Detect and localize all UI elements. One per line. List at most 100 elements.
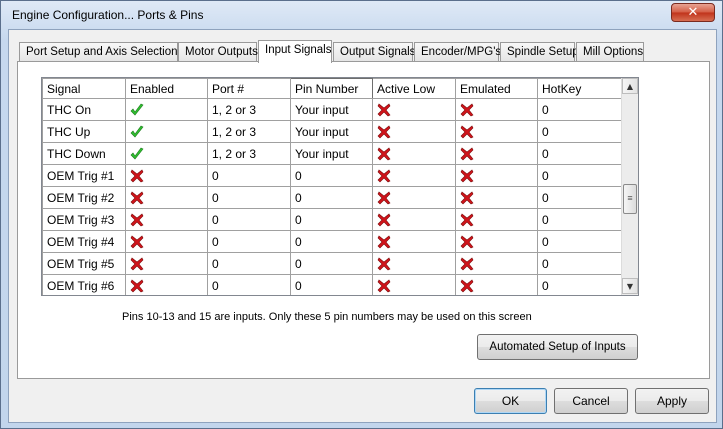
cell-enabled[interactable] xyxy=(125,186,208,209)
cell-port[interactable]: 0 xyxy=(207,186,291,209)
cell-port[interactable]: 0 xyxy=(207,230,291,253)
cell-port[interactable]: 0 xyxy=(207,274,291,295)
cell-pin-number[interactable]: 0 xyxy=(290,230,373,253)
cell-pin-number[interactable]: 0 xyxy=(290,164,373,187)
ok-button[interactable]: OK xyxy=(474,388,547,414)
cell-port[interactable]: 0 xyxy=(207,208,291,231)
cell-port[interactable]: 1, 2 or 3 xyxy=(207,98,291,121)
cell-hotkey[interactable]: 0 xyxy=(537,164,622,187)
cell-enabled[interactable] xyxy=(125,142,208,165)
column-header-enabled[interactable]: Enabled xyxy=(125,78,208,99)
apply-button[interactable]: Apply xyxy=(635,388,709,414)
cell-enabled[interactable] xyxy=(125,98,208,121)
green-check-icon xyxy=(130,125,144,138)
cell-hotkey[interactable]: 0 xyxy=(537,142,622,165)
cell-active-low[interactable] xyxy=(372,274,456,295)
table-row[interactable]: OEM Trig #3 0 0 0 xyxy=(42,208,622,231)
cell-emulated[interactable] xyxy=(455,186,538,209)
scroll-up-arrow-icon[interactable]: ▲ xyxy=(622,78,638,94)
cell-signal[interactable]: OEM Trig #3 xyxy=(42,208,126,231)
cell-signal[interactable]: THC On xyxy=(42,98,126,121)
cell-emulated[interactable] xyxy=(455,164,538,187)
cell-hotkey[interactable]: 0 xyxy=(537,208,622,231)
cell-hotkey[interactable]: 0 xyxy=(537,230,622,253)
table-row[interactable]: THC Up 1, 2 or 3 Your input 0 xyxy=(42,120,622,143)
table-row[interactable]: THC On 1, 2 or 3 Your input 0 xyxy=(42,98,622,121)
cell-port[interactable]: 0 xyxy=(207,164,291,187)
cell-active-low[interactable] xyxy=(372,164,456,187)
cell-emulated[interactable] xyxy=(455,252,538,275)
cell-hotkey[interactable]: 0 xyxy=(537,186,622,209)
cell-pin-number[interactable]: 0 xyxy=(290,274,373,295)
cell-pin-number[interactable]: Your input xyxy=(290,98,373,121)
tab-encoder-mpgs[interactable]: Encoder/MPG's xyxy=(414,42,501,62)
cell-enabled[interactable] xyxy=(125,208,208,231)
cell-enabled[interactable] xyxy=(125,274,208,295)
tab-port-setup[interactable]: Port Setup and Axis Selection xyxy=(19,42,178,62)
table-row[interactable]: THC Down 1, 2 or 3 Your input 0 xyxy=(42,142,622,165)
red-x-icon xyxy=(130,257,144,271)
cell-hotkey[interactable]: 0 xyxy=(537,98,622,121)
tab-input-signals[interactable]: Input Signals xyxy=(258,40,332,63)
table-row[interactable]: OEM Trig #1 0 0 0 xyxy=(42,164,622,187)
column-header-active-low[interactable]: Active Low xyxy=(372,78,456,99)
cell-signal[interactable]: OEM Trig #1 xyxy=(42,164,126,187)
table-row[interactable]: OEM Trig #2 0 0 0 xyxy=(42,186,622,209)
cell-hotkey[interactable]: 0 xyxy=(537,120,622,143)
cell-hotkey[interactable]: 0 xyxy=(537,274,622,295)
cell-hotkey[interactable]: 0 xyxy=(537,252,622,275)
cell-signal[interactable]: THC Down xyxy=(42,142,126,165)
cell-emulated[interactable] xyxy=(455,120,538,143)
tab-spindle-setup[interactable]: Spindle Setup xyxy=(500,42,579,62)
cell-emulated[interactable] xyxy=(455,142,538,165)
cell-emulated[interactable] xyxy=(455,230,538,253)
close-button[interactable]: ✕ xyxy=(671,3,715,22)
cell-active-low[interactable] xyxy=(372,98,456,121)
tab-motor-outputs[interactable]: Motor Outputs xyxy=(178,42,258,62)
cell-signal[interactable]: OEM Trig #4 xyxy=(42,230,126,253)
column-header-emulated[interactable]: Emulated xyxy=(455,78,538,99)
cell-signal[interactable]: OEM Trig #6 xyxy=(42,274,126,295)
tab-output-signals[interactable]: Output Signals xyxy=(333,42,415,62)
red-x-icon xyxy=(377,279,391,293)
cell-enabled[interactable] xyxy=(125,120,208,143)
column-header-signal[interactable]: Signal xyxy=(42,78,126,99)
cell-signal[interactable]: OEM Trig #5 xyxy=(42,252,126,275)
column-header-hotkey[interactable]: HotKey xyxy=(537,78,622,99)
cell-pin-number[interactable]: Your input xyxy=(290,142,373,165)
cell-enabled[interactable] xyxy=(125,164,208,187)
column-header-pin-number[interactable]: Pin Number xyxy=(290,78,373,99)
cell-port[interactable]: 0 xyxy=(207,252,291,275)
cell-signal[interactable]: THC Up xyxy=(42,120,126,143)
cell-pin-number[interactable]: Your input xyxy=(290,120,373,143)
cell-pin-number[interactable]: 0 xyxy=(290,252,373,275)
cell-active-low[interactable] xyxy=(372,252,456,275)
grid-vertical-scrollbar[interactable]: ▲ ≡ ▼ xyxy=(621,78,638,295)
cell-active-low[interactable] xyxy=(372,142,456,165)
scroll-thumb[interactable]: ≡ xyxy=(623,184,637,214)
table-row[interactable]: OEM Trig #6 0 0 0 xyxy=(42,274,622,295)
tab-mill-options[interactable]: Mill Options xyxy=(576,42,644,62)
cell-emulated[interactable] xyxy=(455,274,538,295)
cell-pin-number[interactable]: 0 xyxy=(290,208,373,231)
cell-active-low[interactable] xyxy=(372,208,456,231)
cell-active-low[interactable] xyxy=(372,120,456,143)
red-x-icon xyxy=(460,169,474,183)
cell-active-low[interactable] xyxy=(372,230,456,253)
automated-setup-button[interactable]: Automated Setup of Inputs xyxy=(477,334,638,360)
cell-port[interactable]: 1, 2 or 3 xyxy=(207,142,291,165)
table-row[interactable]: OEM Trig #5 0 0 0 xyxy=(42,252,622,275)
cell-pin-number[interactable]: 0 xyxy=(290,186,373,209)
table-row[interactable]: OEM Trig #4 0 0 0 xyxy=(42,230,622,253)
cell-port[interactable]: 1, 2 or 3 xyxy=(207,120,291,143)
cell-emulated[interactable] xyxy=(455,98,538,121)
cell-enabled[interactable] xyxy=(125,230,208,253)
column-header-port[interactable]: Port # xyxy=(207,78,291,99)
cell-enabled[interactable] xyxy=(125,252,208,275)
cancel-button[interactable]: Cancel xyxy=(554,388,628,414)
cell-active-low[interactable] xyxy=(372,186,456,209)
green-check-icon xyxy=(130,147,144,160)
cell-emulated[interactable] xyxy=(455,208,538,231)
cell-signal[interactable]: OEM Trig #2 xyxy=(42,186,126,209)
scroll-down-arrow-icon[interactable]: ▼ xyxy=(622,278,638,294)
